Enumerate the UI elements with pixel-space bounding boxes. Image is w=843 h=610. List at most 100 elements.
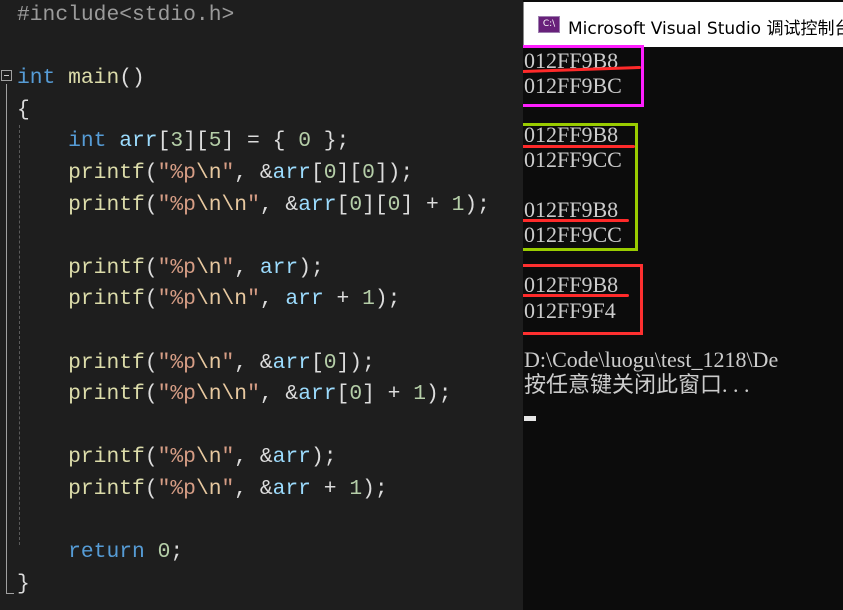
- red-underline: [523, 294, 629, 297]
- code-token: "%p: [157, 287, 196, 312]
- console-title-bar[interactable]: C:\ Microsoft Visual Studio 调试控制台: [523, 2, 843, 47]
- code-token: \n: [195, 477, 222, 501]
- code-line: {: [17, 95, 30, 126]
- console-app-icon: C:\: [538, 16, 560, 33]
- code-token: main: [68, 66, 120, 91]
- red-underline: [523, 219, 629, 222]
- code-token: );: [298, 255, 324, 280]
- code-token: (: [144, 350, 158, 375]
- code-line: int arr[3][5] = { 0 };: [17, 126, 349, 157]
- code-token: <stdio.h>: [119, 3, 235, 27]
- code-token: (: [144, 445, 158, 470]
- code-token: ]);: [336, 350, 375, 375]
- code-token: \n: [195, 161, 222, 185]
- press-any-key-prompt: 按任意键关闭此窗口. . .: [524, 372, 750, 397]
- code-line: printf("%p\n", &arr[0][0]);: [17, 158, 413, 189]
- code-token: int: [68, 129, 107, 154]
- debug-console-window[interactable]: C:\ Microsoft Visual Studio 调试控制台 012FF9…: [523, 0, 843, 610]
- code-token: printf: [68, 161, 145, 185]
- code-line: }: [17, 569, 30, 600]
- code-line: int main(): [17, 63, 145, 94]
- code-token: arr: [285, 287, 324, 312]
- code-token: );: [362, 477, 388, 501]
- code-token: [: [310, 161, 324, 185]
- code-token: arr: [272, 445, 311, 470]
- code-token: ": [221, 350, 235, 375]
- code-token: 0: [323, 161, 337, 185]
- code-token: (: [144, 287, 158, 312]
- code-token: 0: [349, 192, 363, 217]
- code-token: , &: [234, 161, 273, 185]
- highlight-box-green: [523, 123, 638, 251]
- code-token: arr: [272, 350, 311, 375]
- code-line: printf("%p\n", &arr + 1);: [17, 474, 388, 505]
- code-line: printf("%p\n\n", &arr[0][0] + 1);: [17, 190, 490, 221]
- code-token: 0: [157, 540, 171, 565]
- code-token: ] +: [362, 382, 414, 407]
- code-token: "%p: [157, 477, 196, 501]
- code-token: );: [374, 287, 401, 312]
- red-underline: [523, 145, 635, 148]
- code-token: ": [221, 445, 235, 470]
- code-token: \n\n: [195, 287, 248, 312]
- code-token: );: [310, 445, 337, 470]
- code-token: 5: [208, 129, 222, 154]
- code-token: 1: [413, 382, 426, 407]
- code-token: printf: [68, 287, 145, 312]
- exe-path-line: D:\Code\luogu\test_1218\De: [524, 347, 779, 372]
- code-token: , &: [234, 445, 273, 470]
- code-token: "%p: [157, 161, 196, 185]
- code-token: ][: [362, 192, 388, 217]
- code-token: (): [119, 66, 145, 91]
- code-token: arr: [272, 477, 311, 501]
- code-token: "%p: [157, 255, 196, 280]
- code-token: 0: [362, 161, 375, 185]
- code-token: ,: [259, 287, 286, 312]
- code-token: "%p: [157, 192, 196, 217]
- code-token: "%p: [157, 350, 196, 375]
- code-token: arr: [259, 255, 299, 280]
- code-token: {: [17, 97, 30, 122]
- code-token: ][: [183, 129, 209, 154]
- code-line: printf("%p\n\n", arr + 1);: [17, 284, 400, 315]
- collapse-main-icon[interactable]: [1, 70, 12, 81]
- code-token: printf: [68, 192, 145, 217]
- code-token: return: [68, 540, 145, 565]
- code-token: +: [310, 477, 350, 501]
- code-token: ,: [234, 255, 260, 280]
- code-token: );: [464, 192, 490, 217]
- code-line: #include<stdio.h>: [17, 0, 234, 31]
- code-token: (: [144, 192, 158, 217]
- code-token: ][: [336, 161, 363, 185]
- code-token: (: [144, 161, 158, 185]
- code-token: [: [336, 192, 350, 217]
- code-token: };: [310, 129, 350, 154]
- code-line: printf("%p\n\n", &arr[0] + 1);: [17, 379, 451, 410]
- code-token: ] +: [400, 192, 452, 217]
- console-title: Microsoft Visual Studio 调试控制台: [568, 19, 843, 39]
- code-token: [: [157, 129, 171, 154]
- fold-guide-end: [6, 593, 14, 594]
- code-token: int: [17, 66, 56, 91]
- code-token: printf: [68, 255, 145, 280]
- code-token: #include: [17, 3, 120, 27]
- code-token: printf: [68, 445, 145, 470]
- code-token: ": [247, 287, 260, 312]
- highlight-box-red: [523, 264, 643, 335]
- code-token: \n: [195, 445, 222, 470]
- code-token: printf: [68, 350, 145, 375]
- highlight-box-magenta: [523, 45, 644, 107]
- code-editor[interactable]: #include<stdio.h> int main() { int arr[3][…: [0, 0, 523, 610]
- code-token: (: [144, 382, 158, 407]
- code-token: printf: [68, 477, 145, 501]
- code-token: +: [323, 287, 363, 312]
